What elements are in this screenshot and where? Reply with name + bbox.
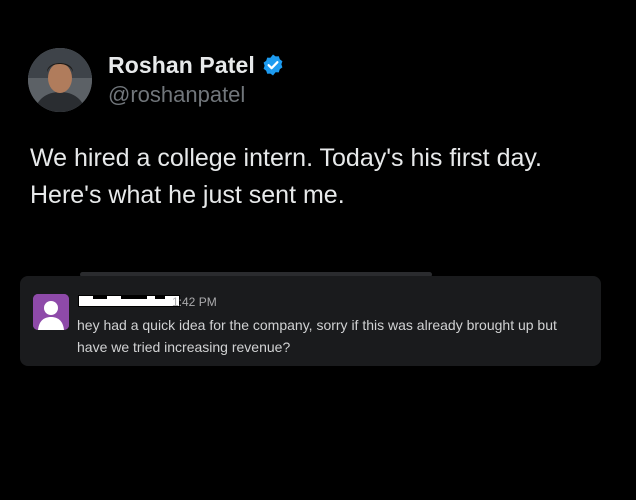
sender-name-redacted bbox=[78, 295, 180, 307]
default-user-icon bbox=[33, 294, 69, 330]
sender-avatar bbox=[33, 294, 69, 330]
verified-badge-icon bbox=[263, 54, 283, 76]
message-line: hey had a quick idea for the company, so… bbox=[77, 317, 557, 333]
author-name-row: Roshan Patel bbox=[108, 50, 285, 80]
tweet-text-line: Here's what he just sent me. bbox=[30, 181, 345, 209]
tweet-text-line: We hired a college intern. Today's his f… bbox=[30, 144, 542, 172]
author-display-name[interactable]: Roshan Patel bbox=[108, 52, 255, 79]
author-avatar-image bbox=[28, 48, 92, 112]
tweet-text: We hired a college intern. Today's his f… bbox=[30, 140, 630, 214]
author-handle[interactable]: @roshanpatel bbox=[108, 82, 245, 108]
slack-message-card[interactable]: 1:42 PM hey had a quick idea for the com… bbox=[20, 276, 601, 366]
message-body: hey had a quick idea for the company, so… bbox=[77, 314, 597, 358]
message-timestamp: 1:42 PM bbox=[172, 295, 217, 309]
author-avatar[interactable] bbox=[28, 48, 92, 112]
message-line: have we tried increasing revenue? bbox=[77, 339, 291, 355]
